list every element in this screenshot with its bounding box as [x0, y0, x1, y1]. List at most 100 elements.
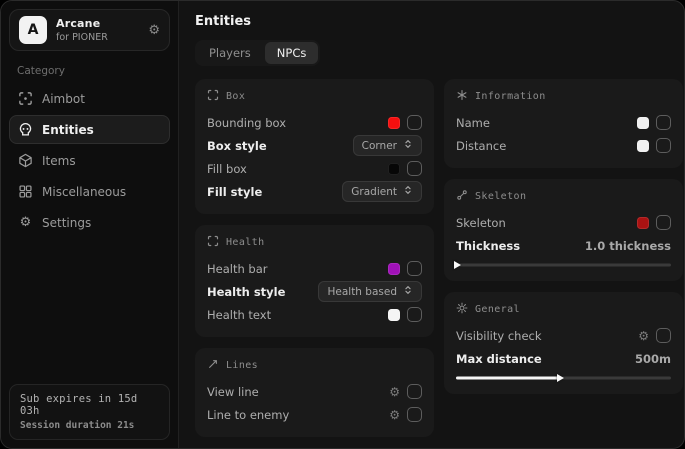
card-header: Lines — [207, 358, 422, 373]
health-text-checkbox[interactable] — [407, 307, 422, 322]
setting-row: Fill style Gradient — [207, 180, 422, 203]
bounding-box-checkbox[interactable] — [407, 115, 422, 130]
chevron-up-down-icon — [403, 185, 413, 198]
setting-label: Health text — [207, 308, 271, 322]
line-to-enemy-checkbox[interactable] — [407, 407, 422, 422]
skull-icon — [18, 122, 33, 137]
sidebar-nav: Aimbot Entities Items Miscellaneous — [1, 84, 178, 237]
max-distance-value: 500m — [635, 352, 671, 366]
gear-icon[interactable]: ⚙ — [389, 386, 400, 398]
setting-row: Fill box — [207, 157, 422, 180]
tab-npcs[interactable]: NPCs — [265, 42, 319, 64]
health-bar-checkbox[interactable] — [407, 261, 422, 276]
brand-subtitle: for PIONER — [56, 32, 108, 43]
slider-track[interactable] — [456, 263, 671, 266]
setting-label: Distance — [456, 139, 506, 153]
slider-fill — [456, 376, 559, 379]
slider-handle[interactable] — [454, 261, 461, 269]
color-swatch[interactable] — [637, 140, 649, 152]
setting-row: Thickness 1.0 thickness — [456, 234, 671, 257]
brand-text: Arcane for PIONER — [56, 17, 108, 43]
asterisk-icon — [456, 89, 468, 104]
sidebar-item-settings[interactable]: ⚙ Settings — [9, 208, 170, 237]
visibility-check-checkbox[interactable] — [656, 328, 671, 343]
gear-icon[interactable]: ⚙ — [389, 409, 400, 421]
grid-icon — [18, 184, 33, 199]
brand-logo: A — [19, 16, 47, 44]
page-title: Entities — [195, 14, 683, 29]
setting-row: Bounding box — [207, 111, 422, 134]
sidebar-item-miscellaneous[interactable]: Miscellaneous — [9, 177, 170, 206]
tab-players[interactable]: Players — [197, 42, 263, 64]
sun-icon — [456, 302, 468, 317]
card-header: Information — [456, 89, 671, 104]
setting-row: View line ⚙ — [207, 380, 422, 403]
max-distance-slider[interactable] — [456, 372, 671, 383]
thickness-slider[interactable] — [456, 259, 671, 270]
setting-label: Fill style — [207, 185, 262, 199]
card-title: Box — [226, 91, 245, 102]
diagonal-line-icon — [207, 358, 219, 373]
card-title: General — [475, 304, 520, 315]
setting-label: Health bar — [207, 262, 268, 276]
card-title: Information — [475, 91, 546, 102]
gear-icon: ⚙ — [18, 215, 33, 230]
setting-label: Visibility check — [456, 329, 542, 343]
sidebar: A Arcane for PIONER ⚙ Category Aimbot En… — [1, 1, 179, 448]
setting-label: Thickness — [456, 239, 520, 253]
brackets-icon — [207, 89, 219, 104]
main-panel: Entities Players NPCs Box Bounding box — [179, 1, 685, 448]
card-general: General Visibility check ⚙ Max distance … — [444, 292, 683, 394]
select-value: Gradient — [351, 186, 397, 198]
setting-row: Distance — [456, 134, 671, 157]
skeleton-checkbox[interactable] — [656, 215, 671, 230]
setting-row: Box style Corner — [207, 134, 422, 157]
chevron-up-down-icon — [403, 139, 413, 152]
package-icon — [18, 153, 33, 168]
color-swatch[interactable] — [388, 263, 400, 275]
select-value: Corner — [362, 140, 397, 152]
color-swatch[interactable] — [388, 163, 400, 175]
setting-row: Visibility check ⚙ — [456, 324, 671, 347]
setting-label: Health style — [207, 285, 285, 299]
subscription-card: Sub expires in 15d 03h Session duration … — [9, 384, 170, 440]
color-swatch[interactable] — [637, 117, 649, 129]
name-checkbox[interactable] — [656, 115, 671, 130]
thickness-value: 1.0 thickness — [585, 239, 671, 253]
health-style-select[interactable]: Health based — [318, 281, 422, 302]
card-title: Lines — [226, 360, 258, 371]
card-header: Box — [207, 89, 422, 104]
sidebar-item-entities[interactable]: Entities — [9, 115, 170, 144]
brackets-icon — [207, 235, 219, 250]
sidebar-item-label: Aimbot — [42, 92, 85, 106]
color-swatch[interactable] — [388, 117, 400, 129]
slider-handle[interactable] — [557, 374, 564, 382]
sidebar-item-label: Entities — [42, 123, 94, 137]
setting-label: Skeleton — [456, 216, 506, 230]
sidebar-item-aimbot[interactable]: Aimbot — [9, 84, 170, 113]
setting-label: Fill box — [207, 162, 247, 176]
color-swatch[interactable] — [637, 217, 649, 229]
sub-expiry-text: Sub expires in 15d 03h — [20, 393, 159, 417]
card-header: General — [456, 302, 671, 317]
crosshair-icon — [18, 91, 33, 106]
card-information: Information Name Distance — [444, 79, 683, 168]
distance-checkbox[interactable] — [656, 138, 671, 153]
gear-icon[interactable]: ⚙ — [638, 330, 649, 342]
app-window: A Arcane for PIONER ⚙ Category Aimbot En… — [0, 0, 685, 449]
setting-row: Health text — [207, 303, 422, 326]
card-header: Skeleton — [456, 189, 671, 204]
sidebar-item-label: Settings — [42, 216, 91, 230]
setting-label: View line — [207, 385, 259, 399]
session-duration-text: Session duration 21s — [20, 420, 159, 431]
color-swatch[interactable] — [388, 309, 400, 321]
card-title: Skeleton — [475, 191, 526, 202]
fill-style-select[interactable]: Gradient — [342, 181, 422, 202]
box-style-select[interactable]: Corner — [353, 135, 422, 156]
setting-row: Line to enemy ⚙ — [207, 403, 422, 426]
view-line-checkbox[interactable] — [407, 384, 422, 399]
tab-group: Players NPCs — [195, 40, 320, 66]
gear-icon[interactable]: ⚙ — [148, 24, 160, 37]
sidebar-item-items[interactable]: Items — [9, 146, 170, 175]
fill-box-checkbox[interactable] — [407, 161, 422, 176]
